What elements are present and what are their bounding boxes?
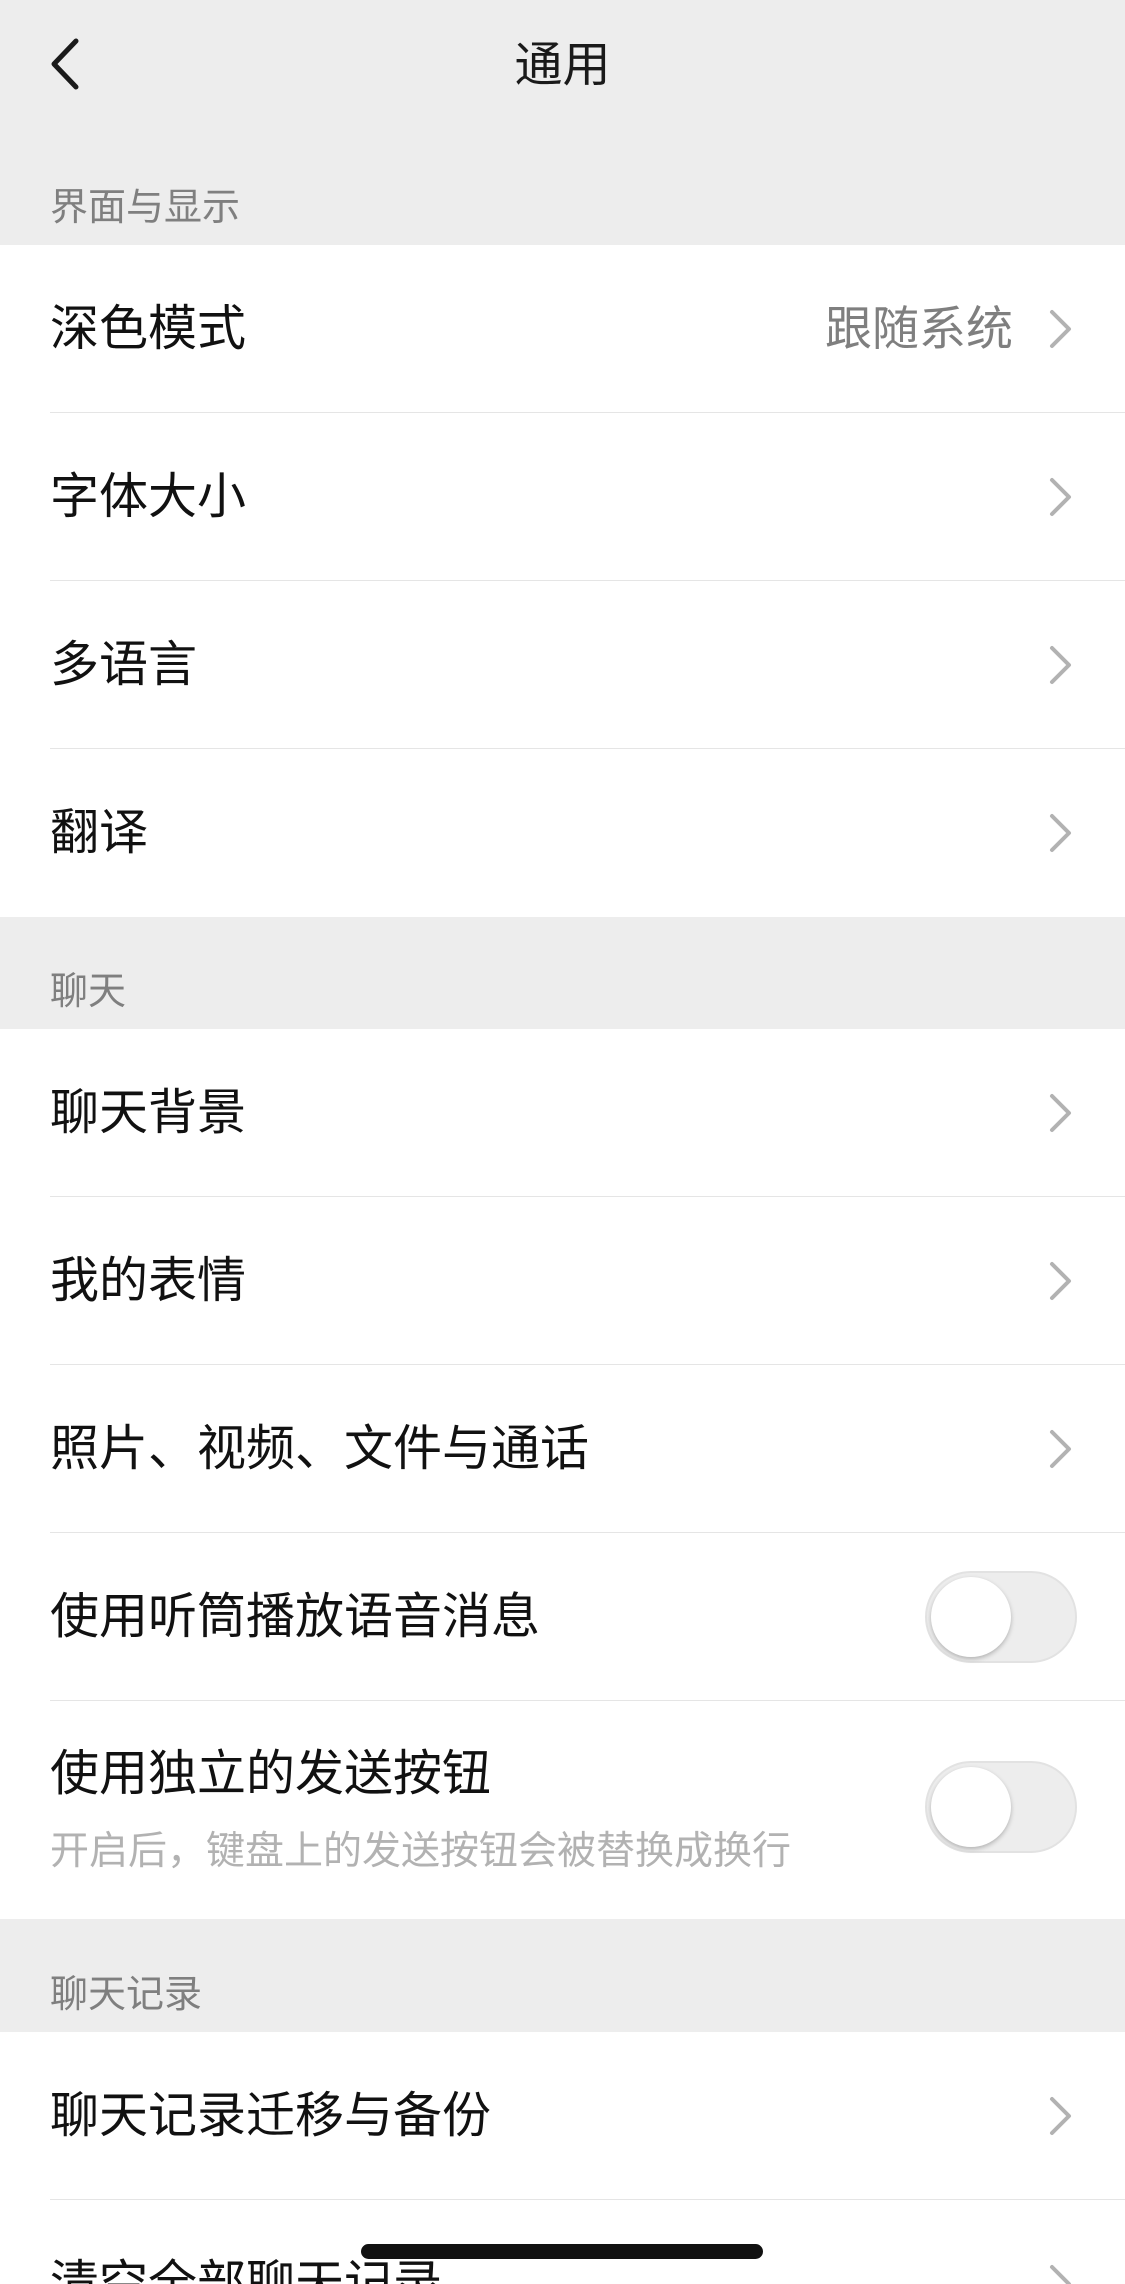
row-translate[interactable]: 翻译 <box>0 749 1125 917</box>
settings-general-screen: 通用 界面与显示 深色模式 跟随系统 字体大小 多语言 翻译 聊天 聊天背景 我… <box>0 0 1125 2284</box>
row-label: 照片、视频、文件与通话 <box>50 1420 590 1477</box>
chevron-right-icon <box>1050 1094 1071 1132</box>
separate-send-button-toggle[interactable] <box>925 1761 1077 1853</box>
row-label: 清空全部聊天记录 <box>50 2255 443 2284</box>
row-chat-background[interactable]: 聊天背景 <box>0 1029 1125 1197</box>
row-clear-chat-history[interactable]: 清空全部聊天记录 <box>0 2200 1125 2284</box>
toggle-knob <box>931 1767 1011 1847</box>
section-header-chat: 聊天 <box>50 969 127 1013</box>
row-chat-migration-backup[interactable]: 聊天记录迁移与备份 <box>0 2032 1125 2200</box>
home-indicator <box>361 2244 763 2259</box>
row-media-files-calls[interactable]: 照片、视频、文件与通话 <box>0 1365 1125 1533</box>
row-label: 使用听筒播放语音消息 <box>50 1588 541 1645</box>
row-language[interactable]: 多语言 <box>0 581 1125 749</box>
row-label: 聊天背景 <box>50 1084 247 1141</box>
chevron-right-icon <box>1050 310 1071 348</box>
group-display: 深色模式 跟随系统 字体大小 多语言 翻译 <box>0 245 1125 917</box>
row-label: 我的表情 <box>50 1252 247 1309</box>
chevron-right-icon <box>1050 2265 1071 2284</box>
row-label: 聊天记录迁移与备份 <box>50 2087 492 2144</box>
row-label: 翻译 <box>50 804 149 861</box>
row-label: 深色模式 <box>50 300 247 357</box>
row-my-stickers[interactable]: 我的表情 <box>0 1197 1125 1365</box>
row-separate-send-button: 使用独立的发送按钮 开启后，键盘上的发送按钮会被替换成换行 <box>0 1701 1125 1919</box>
chevron-right-icon <box>1050 2097 1071 2135</box>
navigation-bar: 通用 <box>0 0 1125 130</box>
row-value: 跟随系统 <box>825 302 1013 357</box>
toggle-knob <box>931 1577 1011 1657</box>
chevron-right-icon <box>1050 646 1071 684</box>
group-chat: 聊天背景 我的表情 照片、视频、文件与通话 使用听筒播放语音消息 使用独立的发送… <box>0 1029 1125 1919</box>
row-earpiece-voice: 使用听筒播放语音消息 <box>0 1533 1125 1701</box>
row-label: 多语言 <box>50 636 198 693</box>
row-label: 字体大小 <box>50 468 247 525</box>
chevron-right-icon <box>1050 478 1071 516</box>
row-dark-mode[interactable]: 深色模式 跟随系统 <box>0 245 1125 413</box>
row-label: 使用独立的发送按钮 <box>50 1745 492 1802</box>
section-header-chat-history: 聊天记录 <box>50 1972 203 2016</box>
page-title: 通用 <box>514 37 611 93</box>
chevron-right-icon <box>1050 814 1071 852</box>
row-font-size[interactable]: 字体大小 <box>0 413 1125 581</box>
row-sublabel: 开启后，键盘上的发送按钮会被替换成换行 <box>50 1829 792 1874</box>
earpiece-voice-toggle[interactable] <box>925 1571 1077 1663</box>
chevron-right-icon <box>1050 1262 1071 1300</box>
chevron-right-icon <box>1050 1430 1071 1468</box>
section-header-display: 界面与显示 <box>50 185 241 229</box>
